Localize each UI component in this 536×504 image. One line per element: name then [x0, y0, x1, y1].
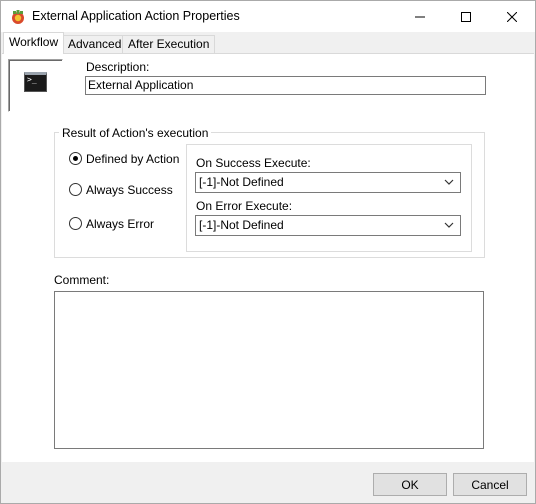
maximize-icon — [461, 11, 471, 22]
radio-always-success-circle[interactable] — [69, 183, 82, 196]
radio-always-error-circle[interactable] — [69, 217, 82, 230]
radio-always-error-label[interactable]: Always Error — [86, 217, 154, 231]
description-input[interactable]: External Application — [85, 76, 486, 95]
properties-dialog: External Application Action Properties W… — [0, 0, 536, 504]
chevron-down-icon — [444, 179, 454, 185]
result-group-title: Result of Action's execution — [59, 126, 212, 140]
window-title: External Application Action Properties — [32, 9, 240, 23]
radio-defined-by-action-label[interactable]: Defined by Action — [86, 152, 179, 166]
comment-label: Comment: — [54, 273, 110, 287]
title-bar: External Application Action Properties — [1, 1, 535, 32]
cancel-button[interactable]: Cancel — [453, 473, 527, 496]
radio-defined-by-action-circle[interactable] — [69, 152, 82, 165]
ok-button[interactable]: OK — [373, 473, 447, 496]
on-error-value: [-1]-Not Defined — [199, 218, 284, 232]
on-success-select[interactable]: [-1]-Not Defined — [195, 172, 461, 193]
on-error-label: On Error Execute: — [196, 199, 293, 213]
app-icon — [12, 10, 24, 24]
description-label: Description: — [86, 60, 150, 74]
chevron-down-icon — [444, 222, 454, 228]
maximize-button[interactable] — [443, 1, 489, 32]
terminal-icon: >_ — [24, 72, 47, 92]
comment-textarea[interactable] — [54, 291, 484, 449]
on-error-select[interactable]: [-1]-Not Defined — [195, 215, 461, 236]
close-icon — [507, 11, 517, 22]
tab-strip: Workflow Advanced After Execution — [1, 32, 535, 54]
on-success-label: On Success Execute: — [196, 156, 311, 170]
minimize-icon — [415, 16, 425, 17]
on-success-value: [-1]-Not Defined — [199, 175, 284, 189]
tab-after-execution[interactable]: After Execution — [122, 35, 216, 53]
radio-always-success-label[interactable]: Always Success — [86, 183, 173, 197]
close-button[interactable] — [489, 1, 535, 32]
tab-advanced[interactable]: Advanced — [62, 35, 128, 53]
tab-workflow[interactable]: Workflow — [3, 32, 65, 54]
minimize-button[interactable] — [397, 1, 443, 32]
action-icon-frame[interactable]: >_ — [8, 59, 63, 112]
